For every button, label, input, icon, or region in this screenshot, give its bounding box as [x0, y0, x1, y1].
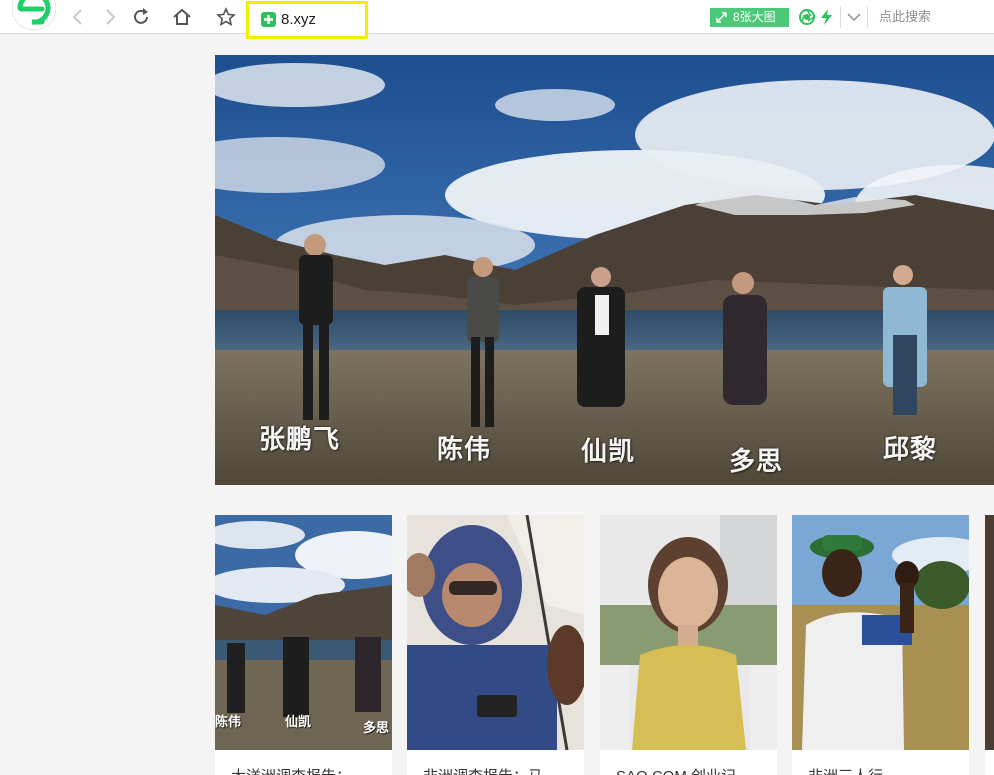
big-image-button[interactable]: 8张大图: [710, 8, 789, 27]
hero-name-label: 邱黎: [883, 435, 938, 465]
hero-image[interactable]: 张鹏飞 陈伟 仙凯 多思 邱黎: [215, 55, 994, 485]
chevron-down-icon[interactable]: [845, 8, 863, 26]
big-image-label: 8张大图: [733, 10, 776, 24]
thumbnail-image: [600, 515, 777, 750]
thumbnail-image: [792, 515, 969, 750]
forward-button[interactable]: [98, 5, 122, 29]
thumbnail-caption: 非洲三人行: [808, 766, 883, 775]
chevron-left-icon: [72, 9, 82, 25]
hero-name-label: 多思: [729, 447, 784, 477]
thumbnail-caption: 非洲调查报告：马: [423, 766, 543, 775]
star-icon: [216, 7, 236, 27]
thumbnail-card[interactable]: [985, 515, 994, 775]
chevron-right-icon: [106, 9, 116, 25]
thumbnail-name-label: 多思: [363, 721, 390, 736]
thumbnail-image: [985, 515, 994, 750]
hero-name-label: 仙凯: [581, 437, 636, 467]
browser-logo-icon[interactable]: [12, 0, 56, 32]
hero-name-label: 陈伟: [437, 435, 492, 465]
hero-name-label: 张鹏飞: [259, 425, 341, 455]
thumbnail-image: 陈伟 仙凯 多思: [215, 515, 392, 750]
search-input[interactable]: 点此搜索: [879, 9, 931, 25]
lightning-icon[interactable]: [818, 8, 836, 26]
thumbnail-name-label: 陈伟: [215, 715, 242, 730]
expand-icon: [716, 12, 727, 23]
toolbar-divider: [840, 6, 841, 28]
address-text: 8.xyz: [281, 11, 317, 28]
toolbar-divider: [867, 6, 868, 28]
refresh-button[interactable]: [129, 5, 153, 29]
thumbnail-card[interactable]: 非洲三人行: [792, 515, 969, 775]
thumbnail-caption: 大洋洲调查报告：: [231, 766, 351, 775]
thumbnail-card[interactable]: SAO.COM 创业记: [600, 515, 777, 775]
home-button[interactable]: [170, 5, 194, 29]
thumbnail-caption: SAO.COM 创业记: [616, 766, 736, 775]
secure-shield-icon: [261, 12, 276, 27]
browser-toolbar: 8.xyz 8张大图 点此搜索: [0, 0, 994, 39]
thumbnail-image: [407, 515, 584, 750]
back-button[interactable]: [66, 5, 90, 29]
refresh-icon: [134, 8, 148, 24]
thumbnail-card[interactable]: 非洲调查报告：马: [407, 515, 584, 775]
address-bar[interactable]: 8.xyz: [246, 1, 368, 39]
thumbnail-name-label: 仙凯: [285, 715, 312, 730]
favorite-button[interactable]: [214, 5, 238, 29]
aperture-icon[interactable]: [798, 8, 816, 26]
thumbnail-card[interactable]: 陈伟 仙凯 多思 大洋洲调查报告：: [215, 515, 392, 775]
home-icon: [173, 8, 191, 25]
